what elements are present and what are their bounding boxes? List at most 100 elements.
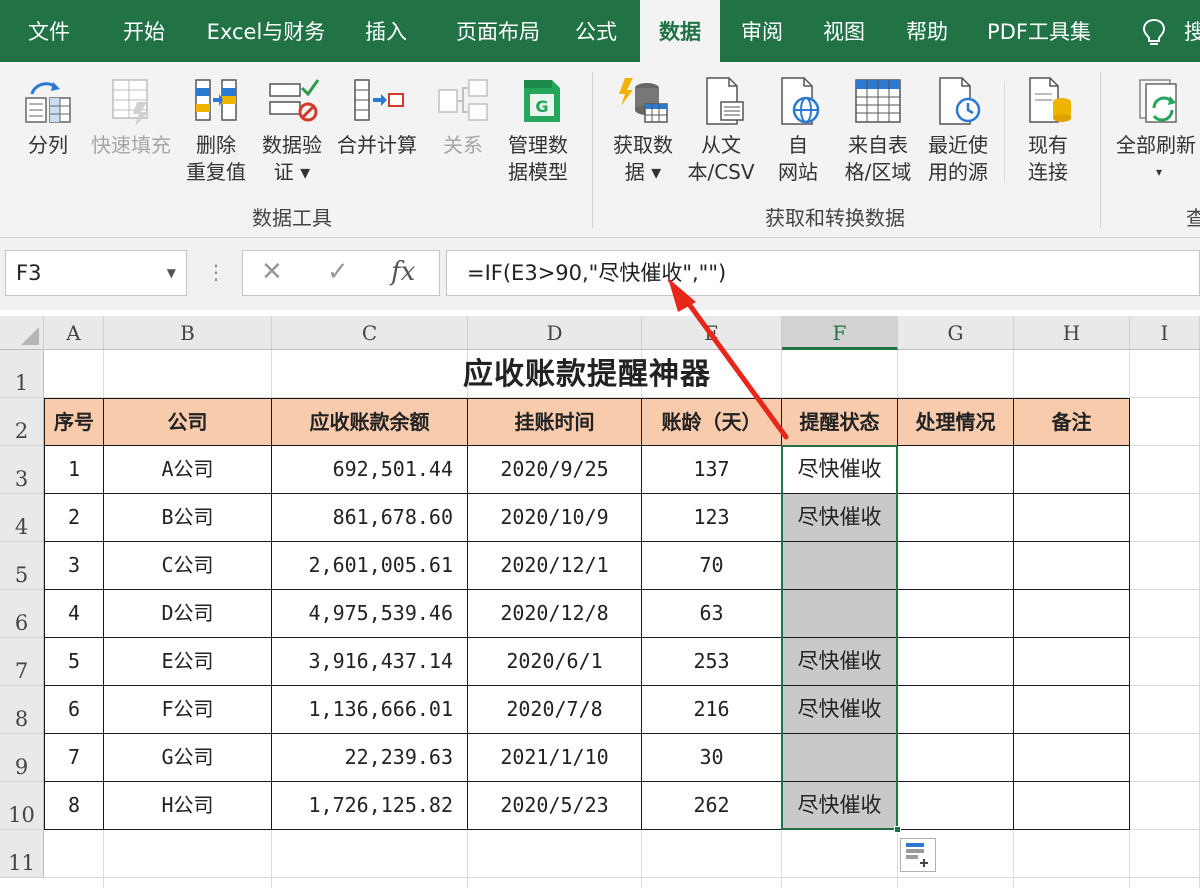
cell-age[interactable]: 137 (642, 446, 782, 494)
cell-date[interactable]: 2020/6/1 (468, 638, 642, 686)
cell-note[interactable] (1014, 686, 1130, 734)
cell-note[interactable] (1014, 542, 1130, 590)
from-text-csv-button[interactable]: 从文 本/CSV (680, 72, 762, 186)
header-balance[interactable]: 应收账款余额 (272, 398, 468, 446)
cell-seq[interactable]: 6 (44, 686, 104, 734)
cell-balance[interactable]: 1,136,666.01 (272, 686, 468, 734)
tab-view[interactable]: 视图 (806, 0, 882, 62)
row-header-6[interactable]: 6 (0, 590, 44, 638)
cancel-icon[interactable]: ✕ (261, 257, 283, 287)
formula-input[interactable]: =IF(E3>90,"尽快催收","") (446, 250, 1200, 296)
cell-seq[interactable]: 8 (44, 782, 104, 830)
header-age[interactable]: 账龄（天） (642, 398, 782, 446)
cell-note[interactable] (1014, 494, 1130, 542)
tab-page-layout[interactable]: 页面布局 (436, 0, 560, 62)
name-box[interactable]: F3 ▼ (5, 250, 187, 296)
relationships-button[interactable]: 关系 (430, 72, 496, 159)
cell-company[interactable]: F公司 (104, 686, 272, 734)
refresh-all-button[interactable]: 全部刷新 ▾ (1116, 72, 1200, 186)
header-status[interactable]: 提醒状态 (782, 398, 898, 446)
tab-help[interactable]: 帮助 (888, 0, 966, 62)
cell-seq[interactable]: 3 (44, 542, 104, 590)
lightbulb-icon[interactable] (1141, 18, 1167, 48)
cell-date[interactable]: 2020/7/8 (468, 686, 642, 734)
tab-review[interactable]: 审阅 (724, 0, 800, 62)
cell-handling[interactable] (898, 494, 1014, 542)
from-table-range-button[interactable]: 来自表 格/区域 (836, 72, 920, 186)
cell-date[interactable]: 2020/9/25 (468, 446, 642, 494)
cell-seq[interactable]: 2 (44, 494, 104, 542)
column-header-b[interactable]: B (104, 316, 272, 350)
cell-company[interactable]: G公司 (104, 734, 272, 782)
row-header-2[interactable]: 2 (0, 398, 44, 446)
select-all-button[interactable] (0, 316, 44, 350)
cell-balance[interactable]: 3,916,437.14 (272, 638, 468, 686)
row-header-5[interactable]: 5 (0, 542, 44, 590)
cell-company[interactable]: D公司 (104, 590, 272, 638)
cell-handling[interactable] (898, 686, 1014, 734)
from-web-button[interactable]: 自 网站 (768, 72, 828, 186)
row-header-1[interactable]: 1 (0, 350, 44, 398)
get-data-button[interactable]: 获取数 据 ▾ (606, 72, 680, 186)
refresh-all-dropdown[interactable]: ▾ (1116, 159, 1200, 186)
cell-note[interactable] (1014, 638, 1130, 686)
cell-date[interactable]: 2021/1/10 (468, 734, 642, 782)
cell-balance[interactable]: 22,239.63 (272, 734, 468, 782)
text-to-columns-button[interactable]: 分列 (14, 72, 82, 159)
cell-age[interactable]: 262 (642, 782, 782, 830)
remove-duplicates-button[interactable]: 删除 重复值 (178, 72, 254, 186)
cell-company[interactable]: A公司 (104, 446, 272, 494)
formula-bar-grip-icon[interactable]: ⋮ (206, 260, 226, 284)
cell-age[interactable]: 63 (642, 590, 782, 638)
cell-age[interactable]: 30 (642, 734, 782, 782)
cell-handling[interactable] (898, 590, 1014, 638)
column-header-g[interactable]: G (898, 316, 1014, 350)
data-validation-button[interactable]: 数据验 证 ▾ (256, 72, 328, 186)
row-header-10[interactable]: 10 (0, 782, 44, 830)
recent-sources-button[interactable]: 最近使 用的源 (918, 72, 998, 186)
column-header-d[interactable]: D (468, 316, 642, 350)
manage-data-model-button[interactable]: G 管理数 据模型 (502, 72, 574, 186)
cell-seq[interactable]: 4 (44, 590, 104, 638)
row-header-3[interactable]: 3 (0, 446, 44, 494)
tab-pdf-tools[interactable]: PDF工具集 (976, 0, 1102, 62)
tab-data[interactable]: 数据 (640, 0, 720, 62)
column-header-f[interactable]: F (782, 316, 898, 350)
header-note[interactable]: 备注 (1014, 398, 1130, 446)
cell-company[interactable]: B公司 (104, 494, 272, 542)
header-handling[interactable]: 处理情况 (898, 398, 1014, 446)
consolidate-button[interactable]: 合并计算 (330, 72, 424, 159)
column-header-a[interactable]: A (44, 316, 104, 350)
cell-note[interactable] (1014, 590, 1130, 638)
cell-company[interactable]: E公司 (104, 638, 272, 686)
cell-handling[interactable] (898, 734, 1014, 782)
cell-date[interactable]: 2020/10/9 (468, 494, 642, 542)
sheet-title[interactable]: 应收账款提醒神器 (44, 350, 1130, 398)
tell-me-search-text[interactable]: 搜 (1184, 0, 1200, 62)
row-header-7[interactable]: 7 (0, 638, 44, 686)
row-header-4[interactable]: 4 (0, 494, 44, 542)
column-header-c[interactable]: C (272, 316, 468, 350)
cell-handling[interactable] (898, 542, 1014, 590)
cell-seq[interactable]: 7 (44, 734, 104, 782)
cell-date[interactable]: 2020/12/1 (468, 542, 642, 590)
tab-excel-finance[interactable]: Excel与财务 (198, 0, 334, 62)
tab-home[interactable]: 开始 (102, 0, 186, 62)
cell-balance[interactable]: 861,678.60 (272, 494, 468, 542)
cell-seq[interactable]: 1 (44, 446, 104, 494)
column-header-h[interactable]: H (1014, 316, 1130, 350)
row-header-8[interactable]: 8 (0, 686, 44, 734)
cell-seq[interactable]: 5 (44, 638, 104, 686)
tab-insert[interactable]: 插入 (346, 0, 426, 62)
cell-note[interactable] (1014, 734, 1130, 782)
cell-age[interactable]: 253 (642, 638, 782, 686)
enter-check-icon[interactable]: ✓ (327, 257, 349, 287)
cell-balance[interactable]: 4,975,539.46 (272, 590, 468, 638)
cell-age[interactable]: 216 (642, 686, 782, 734)
cell-age[interactable]: 123 (642, 494, 782, 542)
cell-note[interactable] (1014, 446, 1130, 494)
cell-handling[interactable] (898, 782, 1014, 830)
cell-age[interactable]: 70 (642, 542, 782, 590)
header-seq[interactable]: 序号 (44, 398, 104, 446)
column-header-e[interactable]: E (642, 316, 782, 350)
